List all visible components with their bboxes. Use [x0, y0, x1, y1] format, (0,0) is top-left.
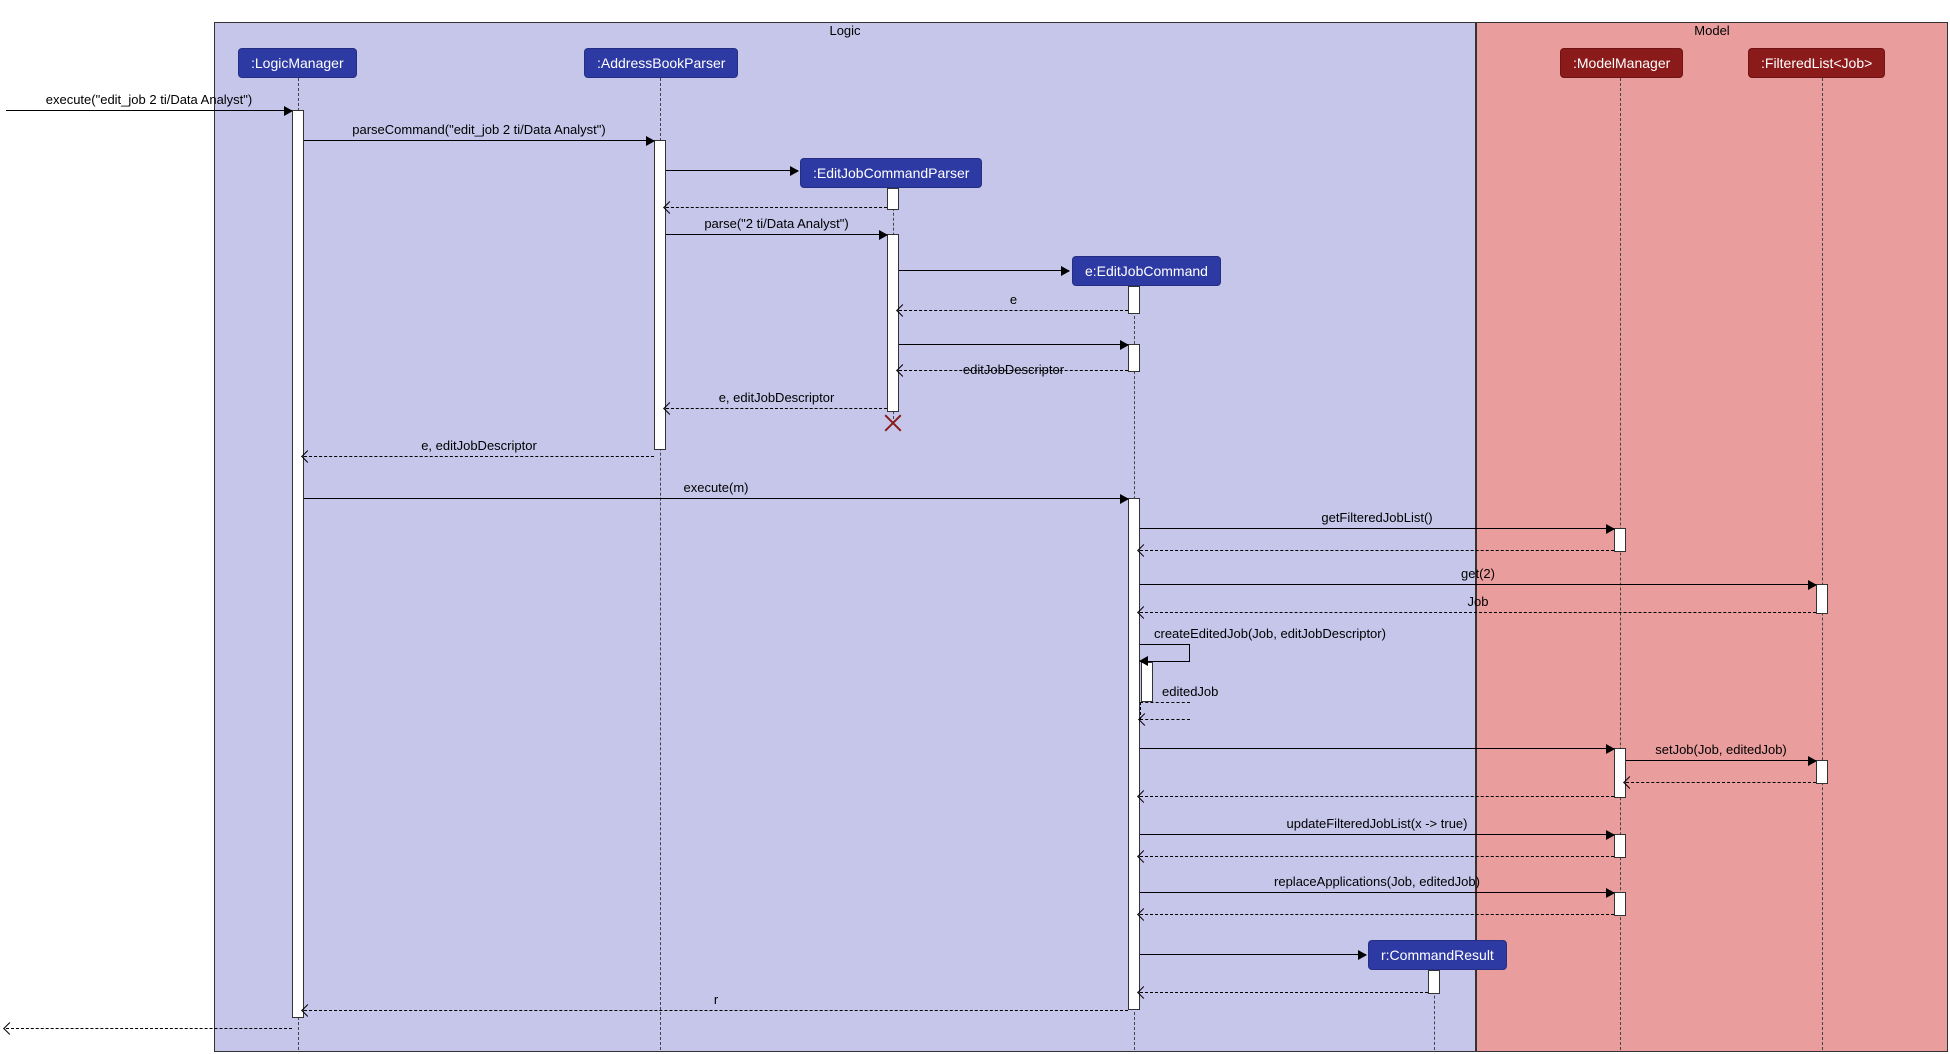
label-parse: parse("2 ti/Data Analyst"): [666, 216, 887, 231]
label-parse-command: parseCommand("edit_job 2 ti/Data Analyst…: [304, 122, 654, 137]
activation-ejc-1: [1128, 286, 1140, 314]
label-create-edited-job: createEditedJob(Job, editJobDescriptor): [1154, 626, 1386, 641]
fragment-logic-label: Logic: [825, 21, 864, 40]
arrow-return-e-desc-to-lm: [304, 456, 654, 457]
arrow-return-job: [1140, 612, 1816, 613]
activation-fl-2: [1816, 760, 1828, 784]
arrow-return-edited-job: [1140, 702, 1190, 720]
label-return-r: r: [304, 992, 1128, 1007]
label-return-e: e: [899, 292, 1128, 307]
activation-parser-2: [887, 234, 899, 412]
participant-logic-manager: :LogicManager: [238, 48, 357, 78]
label-replace-applications: replaceApplications(Job, editedJob): [1140, 874, 1614, 889]
participant-edit-job-command-parser: :EditJobCommandParser: [800, 158, 982, 188]
arrow-edit-job-descriptor: [899, 344, 1128, 345]
arrow-get-filtered-job-list: [1140, 528, 1614, 529]
label-set-job: setJob(Job, editedJob): [1626, 742, 1816, 757]
arrow-return-parser-created: [666, 207, 887, 208]
fragment-model: Model: [1476, 22, 1948, 1052]
arrow-return-r: [304, 1010, 1128, 1011]
label-execute-m: execute(m): [304, 480, 1128, 495]
arrow-update-filtered: [1140, 834, 1614, 835]
arrow-return-r-created: [1140, 992, 1428, 993]
activation-logic-manager-1: [292, 110, 304, 1018]
lifeline-filtered-list: [1822, 78, 1823, 1050]
arrow-to-mm-setjob: [1140, 748, 1614, 749]
activation-mm-2: [1614, 748, 1626, 798]
arrow-return-external: [6, 1028, 292, 1029]
label-edited-job: editedJob: [1162, 684, 1218, 699]
activation-cr-1: [1428, 970, 1440, 994]
arrow-replace-applications: [1140, 892, 1614, 893]
label-return-e-desc-to-lm: e, editJobDescriptor: [304, 438, 654, 453]
label-execute-edit-job: execute("edit_job 2 ti/Data Analyst"): [6, 92, 292, 107]
sequence-diagram: Logic Model :LogicManager :AddressBookPa…: [0, 0, 1950, 1054]
arrow-return-e: [899, 310, 1128, 311]
arrow-create-edited-job: [1140, 644, 1190, 662]
arrow-create-parser: [666, 170, 798, 171]
label-update-filtered: updateFilteredJobList(x -> true): [1140, 816, 1614, 831]
arrow-parse: [666, 234, 887, 235]
arrow-create-r: [1140, 954, 1366, 955]
label-get-filtered-job-list: getFilteredJobList(): [1140, 510, 1614, 525]
arrow-create-e: [899, 270, 1069, 271]
activation-fl-1: [1816, 584, 1828, 614]
activation-ejc-self: [1141, 662, 1153, 702]
arrow-parse-command: [304, 140, 654, 141]
activation-ejc-2: [1128, 344, 1140, 372]
arrow-execute-edit-job: [6, 110, 292, 111]
arrow-return-update-filtered: [1140, 856, 1614, 857]
arrow-return-mm-setjob: [1140, 796, 1614, 797]
label-return-job: Job: [1140, 594, 1816, 609]
label-return-e-desc-to-abp: e, editJobDescriptor: [666, 390, 887, 405]
participant-address-book-parser: :AddressBookParser: [584, 48, 738, 78]
fragment-model-label: Model: [1690, 21, 1733, 40]
activation-mm-4: [1614, 892, 1626, 916]
arrow-return-set-job: [1626, 782, 1816, 783]
arrow-get-2: [1140, 584, 1816, 585]
arrow-execute-m: [304, 498, 1128, 499]
arrow-set-job: [1626, 760, 1816, 761]
arrow-return-replace-applications: [1140, 914, 1614, 915]
destroy-parser-icon: [882, 412, 904, 434]
participant-filtered-list: :FilteredList<Job>: [1748, 48, 1885, 78]
participant-edit-job-command: e:EditJobCommand: [1072, 256, 1221, 286]
arrow-return-filtered-list: [1140, 550, 1614, 551]
arrow-return-e-desc-to-abp: [666, 408, 887, 409]
activation-mm-3: [1614, 834, 1626, 858]
activation-mm-1: [1614, 528, 1626, 552]
arrow-return-edit-job-descriptor: [899, 370, 1128, 371]
activation-parser-1: [887, 188, 899, 210]
label-get-2: get(2): [1140, 566, 1816, 581]
participant-model-manager: :ModelManager: [1560, 48, 1683, 78]
activation-ejc-3: [1128, 498, 1140, 1010]
participant-command-result: r:CommandResult: [1368, 940, 1507, 970]
activation-abp-1: [654, 140, 666, 450]
